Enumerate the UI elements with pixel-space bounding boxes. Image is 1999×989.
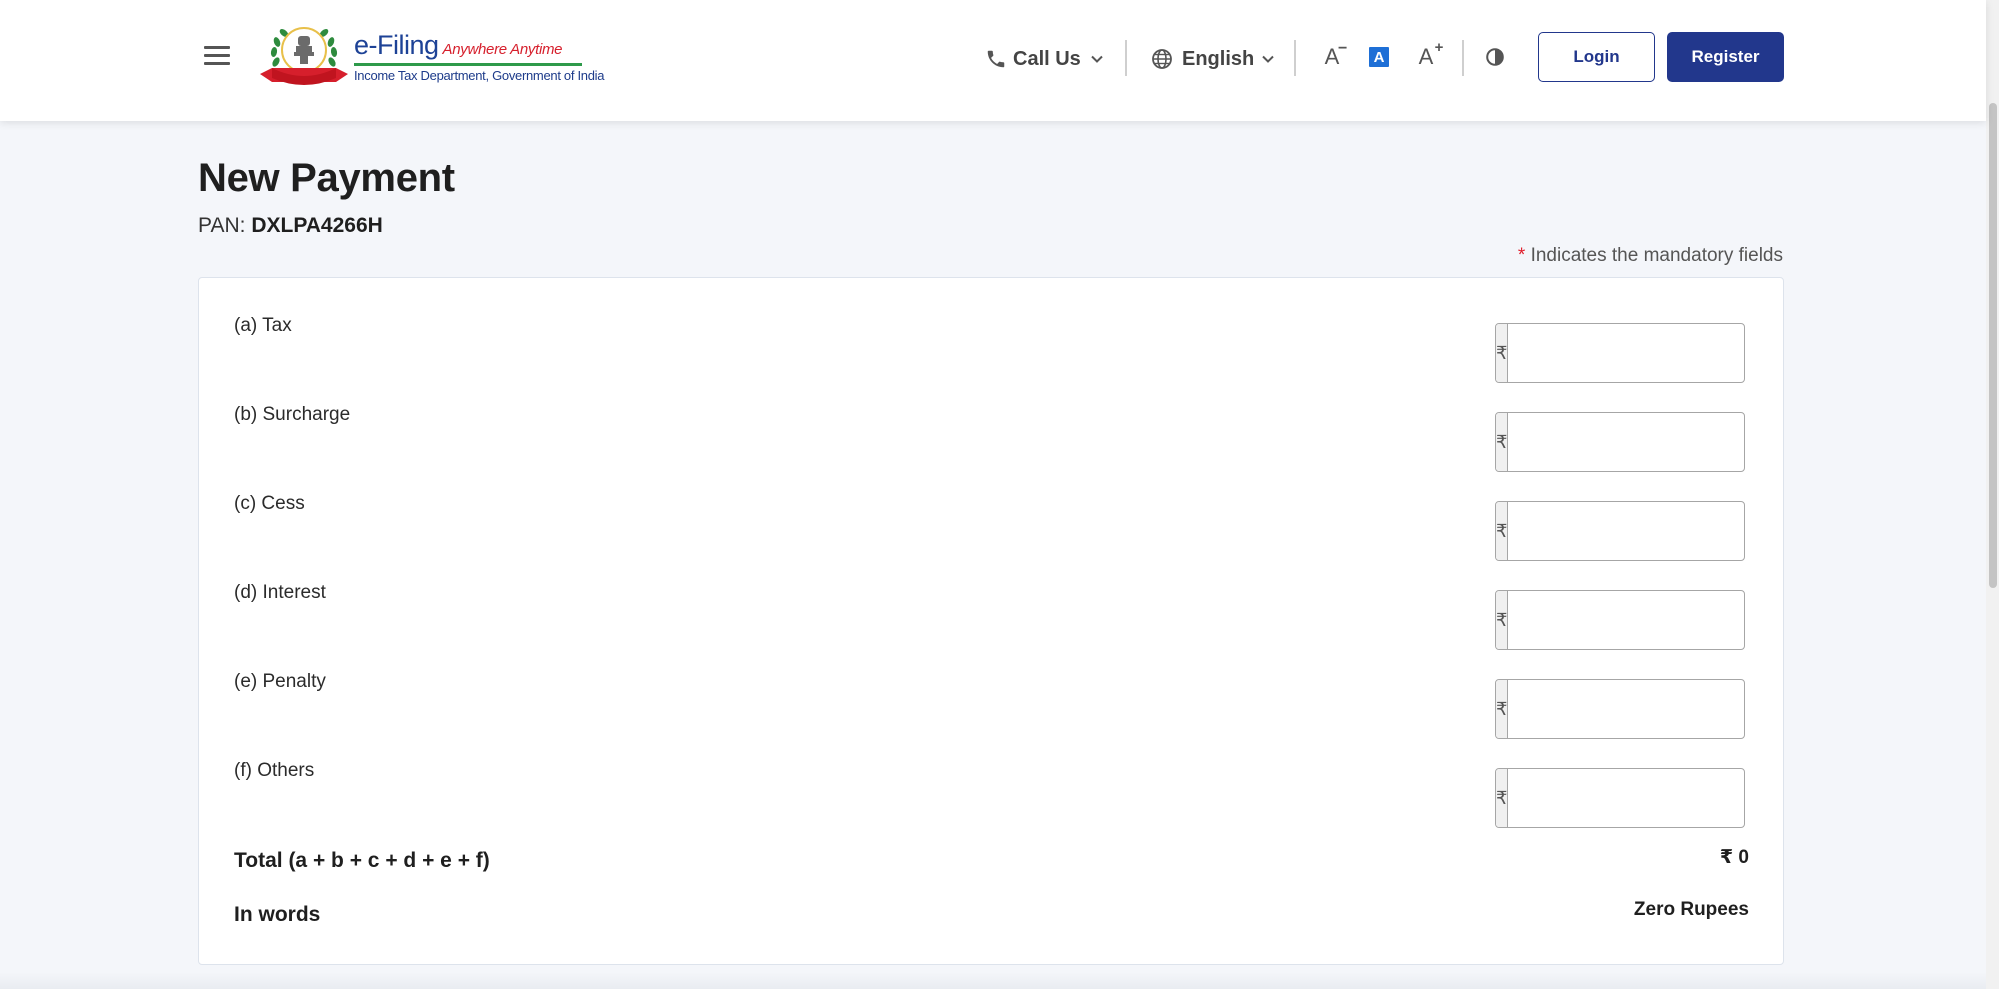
decrease-font-icon: A − (1324, 40, 1348, 69)
page-scrollbar-thumb[interactable] (1989, 103, 1997, 588)
brand-underline (354, 63, 582, 66)
pan-label: PAN: (198, 214, 246, 237)
rupee-icon: ₹ (1496, 413, 1509, 471)
income-tax-emblem-logo[interactable] (254, 22, 354, 92)
header-divider (1125, 40, 1127, 76)
header-divider (1294, 40, 1296, 76)
mandatory-fields-note: * Indicates the mandatory fields (1518, 245, 1783, 267)
others-input[interactable] (1508, 769, 1744, 827)
contrast-toggle-button[interactable] (1480, 42, 1510, 72)
header-divider (1462, 40, 1464, 76)
call-us-dropdown[interactable]: Call Us (985, 44, 1105, 74)
rupee-icon: ₹ (1496, 591, 1509, 649)
interest-amount-field[interactable]: ₹ (1495, 590, 1745, 650)
login-button[interactable]: Login (1538, 32, 1655, 82)
menu-icon[interactable] (204, 45, 232, 67)
mandatory-star: * (1517, 245, 1526, 266)
cess-input[interactable] (1508, 502, 1744, 560)
cess-amount-field[interactable]: ₹ (1495, 501, 1745, 561)
contrast-icon (1486, 48, 1504, 66)
others-label: (f) Others (234, 760, 315, 781)
chevron-down-icon (1091, 55, 1103, 63)
phone-icon (987, 50, 1005, 68)
tax-input[interactable] (1508, 324, 1744, 382)
in-words-label: In words (234, 903, 321, 926)
brand-text[interactable]: e-Filing Anywhere Anytime Income Tax Depa… (354, 30, 604, 90)
others-amount-field[interactable]: ₹ (1495, 768, 1745, 828)
increase-font-button[interactable]: A + (1411, 39, 1444, 72)
interest-label: (d) Interest (234, 582, 326, 603)
brand-tagline: Anywhere Anytime (442, 41, 563, 58)
rupee-icon: ₹ (1496, 680, 1509, 738)
surcharge-amount-field[interactable]: ₹ (1495, 412, 1745, 472)
total-label: Total (a + b + c + d + e + f) (234, 849, 490, 872)
interest-input[interactable] (1508, 591, 1744, 649)
call-us-label: Call Us (1013, 47, 1081, 70)
surcharge-input[interactable] (1508, 413, 1744, 471)
register-button[interactable]: Register (1667, 32, 1784, 82)
decrease-font-button[interactable]: A − (1317, 40, 1348, 72)
pan-display: PAN: DXLPA4266H (198, 214, 383, 238)
next-section-edge (0, 972, 1986, 989)
page-title: New Payment (198, 156, 455, 200)
language-dropdown[interactable]: English (1150, 44, 1276, 74)
cess-label: (c) Cess (234, 493, 305, 514)
total-value: ₹ 0 (1719, 847, 1749, 868)
rupee-icon: ₹ (1496, 769, 1509, 827)
rupee-icon: ₹ (1496, 502, 1509, 560)
site-header: e-Filing Anywhere Anytime Income Tax Depa… (0, 0, 1986, 121)
tax-amount-field[interactable]: ₹ (1495, 323, 1745, 383)
tax-label: (a) Tax (234, 315, 292, 336)
normal-font-icon: A (1369, 47, 1389, 67)
globe-icon (1152, 49, 1172, 69)
increase-font-icon: A + (1418, 39, 1444, 69)
penalty-input[interactable] (1508, 680, 1744, 738)
language-label: English (1182, 47, 1255, 70)
penalty-amount-field[interactable]: ₹ (1495, 679, 1745, 739)
brand-subtitle: Income Tax Department, Government of Ind… (354, 68, 605, 83)
rupee-icon: ₹ (1496, 324, 1509, 382)
mandatory-note-text: Indicates the mandatory fields (1530, 245, 1783, 266)
normal-font-button[interactable]: A (1364, 42, 1394, 72)
payment-breakup-card: (a) Tax ₹ (b) Surcharge ₹ (c) Cess ₹ (d)… (198, 277, 1784, 965)
pan-value: DXLPA4266H (251, 214, 383, 237)
penalty-label: (e) Penalty (234, 671, 326, 692)
chevron-down-icon (1262, 55, 1274, 63)
surcharge-label: (b) Surcharge (234, 404, 351, 425)
brand-name: e-Filing (354, 30, 439, 60)
in-words-value: Zero Rupees (1633, 899, 1749, 920)
